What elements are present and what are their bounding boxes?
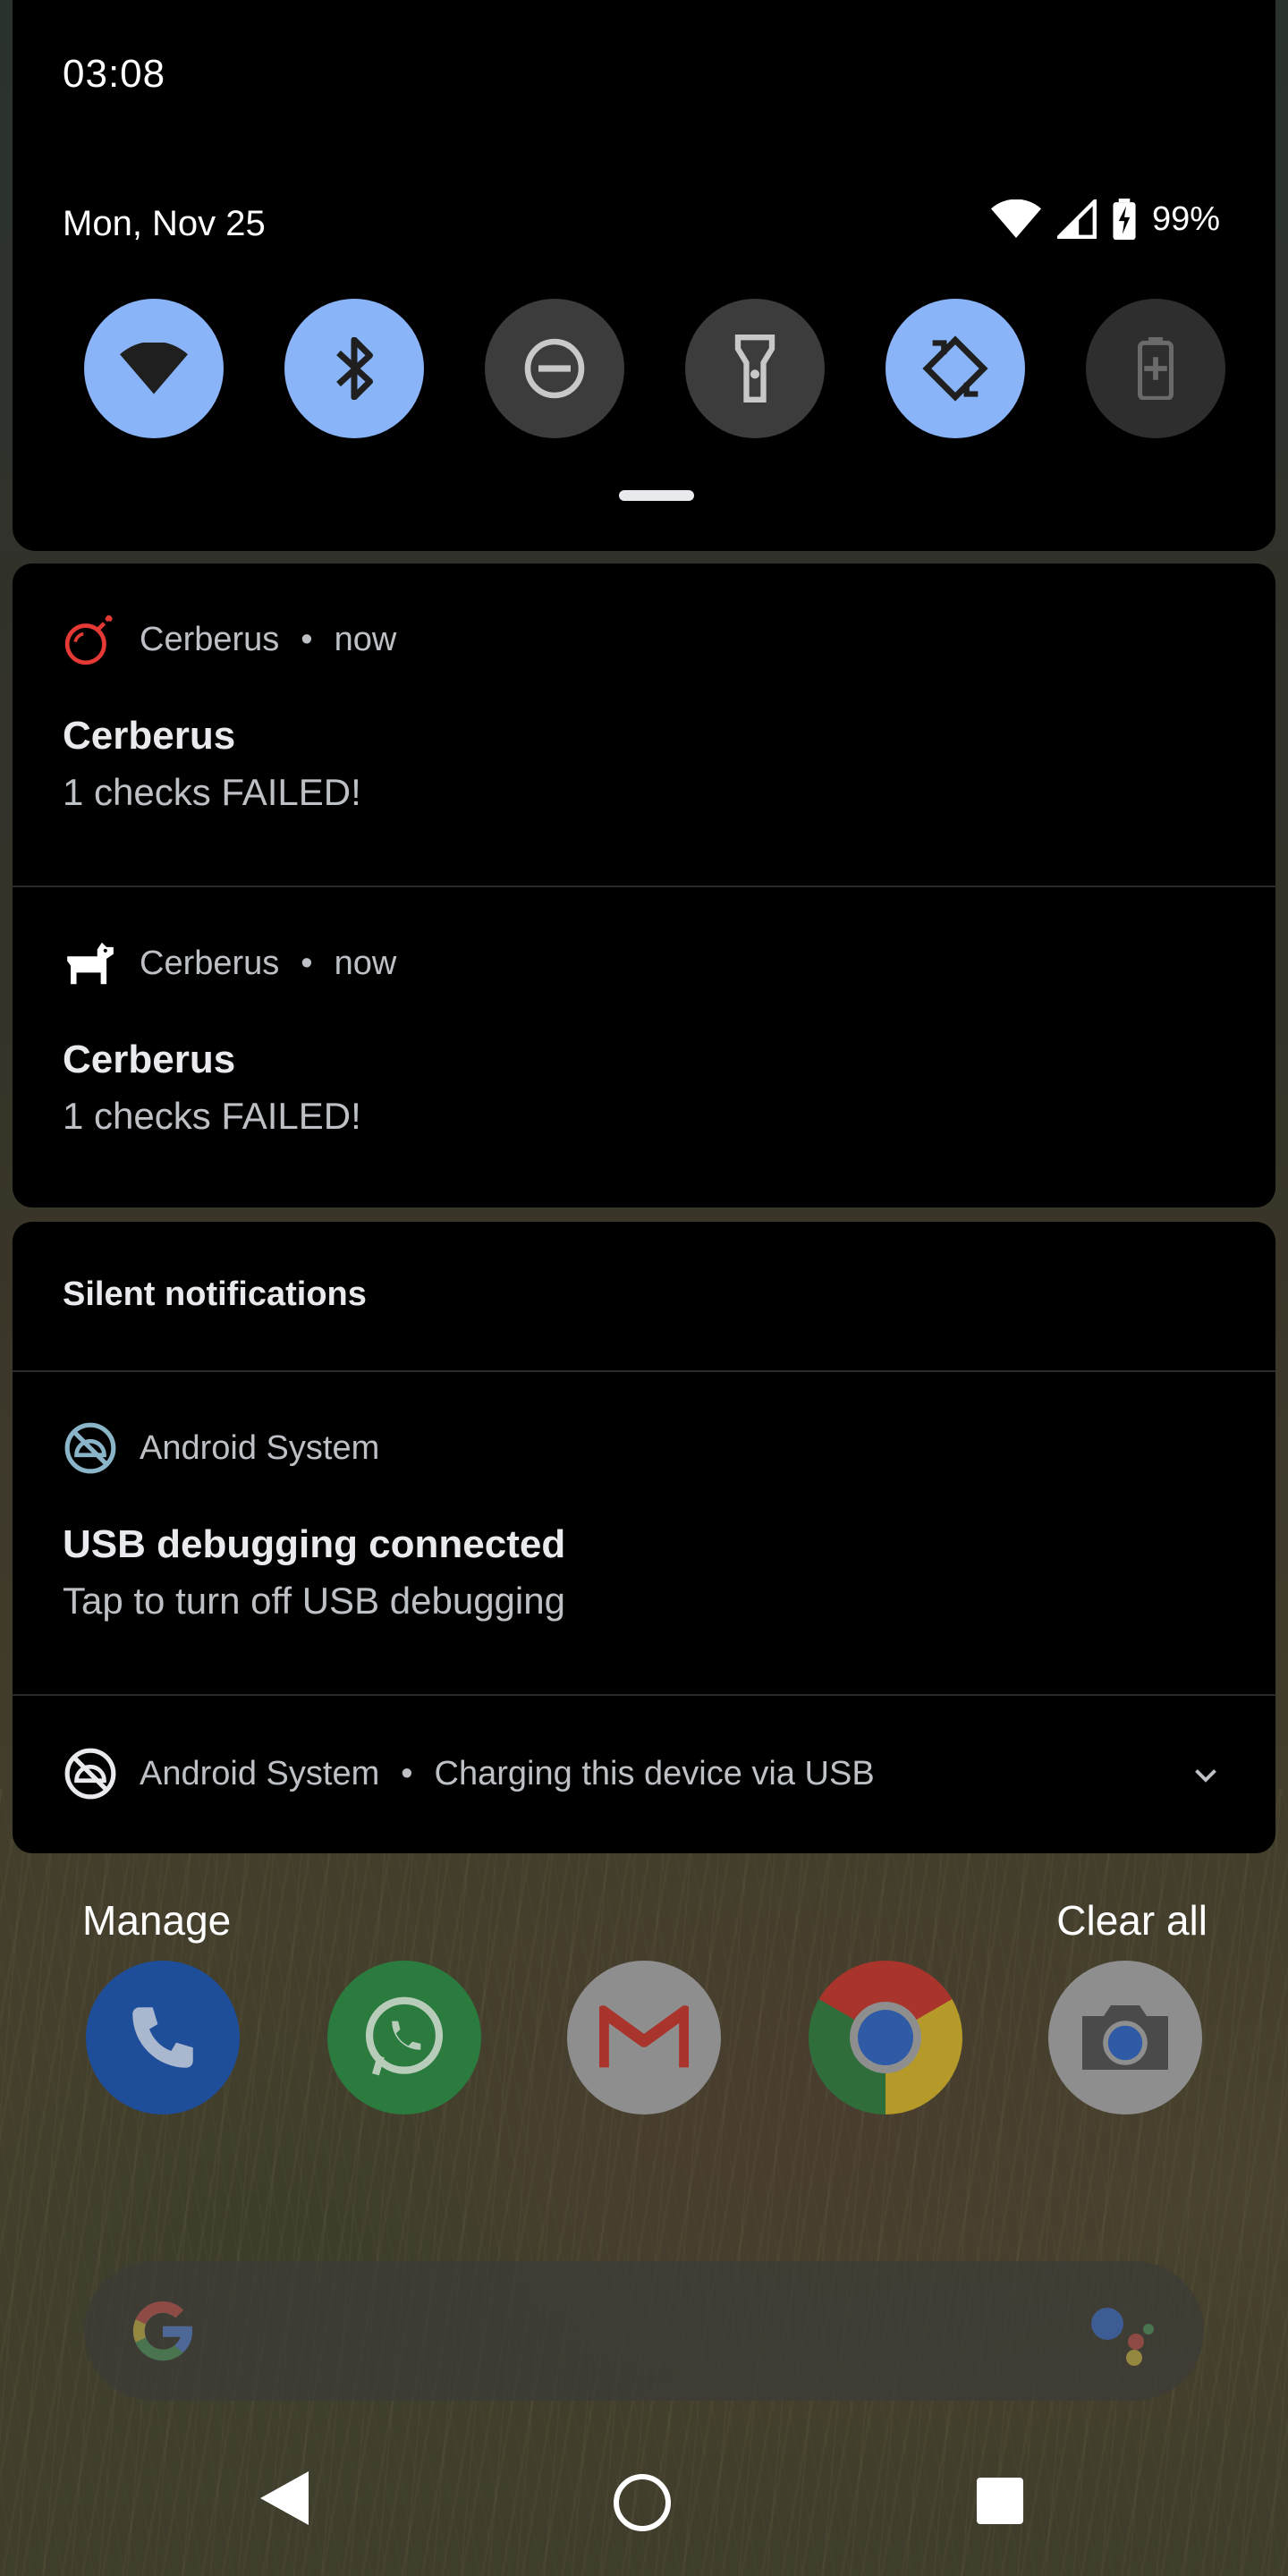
battery-percent: 99%: [1151, 199, 1220, 238]
wifi-icon: [120, 343, 188, 394]
manage-button[interactable]: Manage: [82, 1896, 231, 1945]
notification-app-name: Android System: [140, 1428, 380, 1467]
battery-saver-icon: [1138, 337, 1174, 400]
dog-icon: [63, 936, 118, 991]
notification-item[interactable]: Cerberus • now Cerberus 1 checks FAILED!: [13, 564, 1275, 886]
notification-group-cerberus: Cerberus • now Cerberus 1 checks FAILED!…: [13, 564, 1275, 1208]
camera-icon[interactable]: [1048, 1961, 1202, 2114]
clock[interactable]: 03:08: [63, 52, 165, 97]
notification-header: Cerberus • now: [63, 612, 396, 667]
android-debug-icon: [63, 1420, 118, 1476]
notification-app-name: Cerberus: [140, 944, 280, 982]
separator-dot: •: [401, 1754, 413, 1792]
notification-app-name: Android System: [140, 1754, 380, 1792]
whatsapp-icon[interactable]: [327, 1961, 481, 2114]
silent-notifications-label: Silent notifications: [63, 1275, 367, 1313]
notification-summary: Charging this device via USB: [434, 1754, 875, 1792]
assistant-icon[interactable]: [1086, 2302, 1157, 2371]
silent-notifications-header: Silent notifications: [13, 1222, 1275, 1372]
notification-title: Cerberus: [63, 714, 236, 758]
notification-text: 1 checks FAILED!: [63, 771, 361, 813]
clear-all-button[interactable]: Clear all: [1056, 1896, 1208, 1945]
notification-group-silent: Silent notifications Android System USB …: [13, 1222, 1275, 1853]
notification-item[interactable]: Android System • Charging this device vi…: [13, 1694, 1275, 1852]
notification-title: Cerberus: [63, 1038, 236, 1081]
phone-icon[interactable]: [86, 1961, 240, 2114]
chevron-down-icon[interactable]: [1190, 1758, 1222, 1795]
quick-settings-panel: 03:08 Mon, Nov 25 99%: [13, 0, 1275, 551]
quick-settings-tiles: [84, 299, 1229, 438]
notification-item[interactable]: Android System USB debugging connected T…: [13, 1372, 1275, 1694]
notification-time: now: [334, 620, 397, 658]
chrome-center: [850, 2002, 921, 2073]
separator-dot: •: [301, 944, 313, 982]
android-debug-icon: [63, 1746, 118, 1801]
notification-item[interactable]: Cerberus • now Cerberus 1 checks FAILED!: [13, 886, 1275, 1208]
back-icon[interactable]: [258, 2469, 311, 2532]
notification-title: USB debugging connected: [63, 1522, 566, 1566]
separator-dot: •: [301, 620, 313, 658]
notification-header: Cerberus • now: [63, 936, 396, 991]
bomb-icon: [63, 612, 118, 667]
panel-drag-handle[interactable]: [619, 490, 694, 501]
notification-app-name: Cerberus: [140, 620, 280, 658]
battery-saver-tile[interactable]: [1086, 299, 1225, 438]
chrome-icon[interactable]: [809, 1961, 962, 2114]
battery-charging-icon: [1113, 199, 1136, 240]
google-g-icon: [123, 2292, 202, 2375]
dnd-icon: [524, 338, 585, 399]
flashlight-icon: [734, 335, 775, 402]
recents-icon[interactable]: [977, 2478, 1023, 2524]
notification-header: Android System: [63, 1420, 379, 1476]
wifi-icon: [990, 199, 1041, 239]
gmail-icon[interactable]: [567, 1961, 721, 2114]
date[interactable]: Mon, Nov 25: [63, 204, 266, 244]
wifi-tile[interactable]: [84, 299, 224, 438]
bluetooth-icon: [336, 337, 373, 400]
home-icon[interactable]: [614, 2474, 671, 2531]
bluetooth-tile[interactable]: [284, 299, 424, 438]
dnd-tile[interactable]: [485, 299, 624, 438]
notification-header: Android System • Charging this device vi…: [63, 1746, 875, 1801]
notification-text: 1 checks FAILED!: [63, 1095, 361, 1137]
chrome-center-dot: [858, 2010, 913, 2065]
auto-rotate-tile[interactable]: [886, 299, 1025, 438]
auto-rotate-icon: [922, 335, 988, 402]
notification-time: now: [334, 944, 397, 982]
cell-signal-icon: [1056, 199, 1097, 239]
status-icons: 99%: [990, 199, 1220, 240]
google-search-bar[interactable]: [84, 2261, 1204, 2401]
notification-text: Tap to turn off USB debugging: [63, 1580, 565, 1622]
flashlight-tile[interactable]: [685, 299, 825, 438]
